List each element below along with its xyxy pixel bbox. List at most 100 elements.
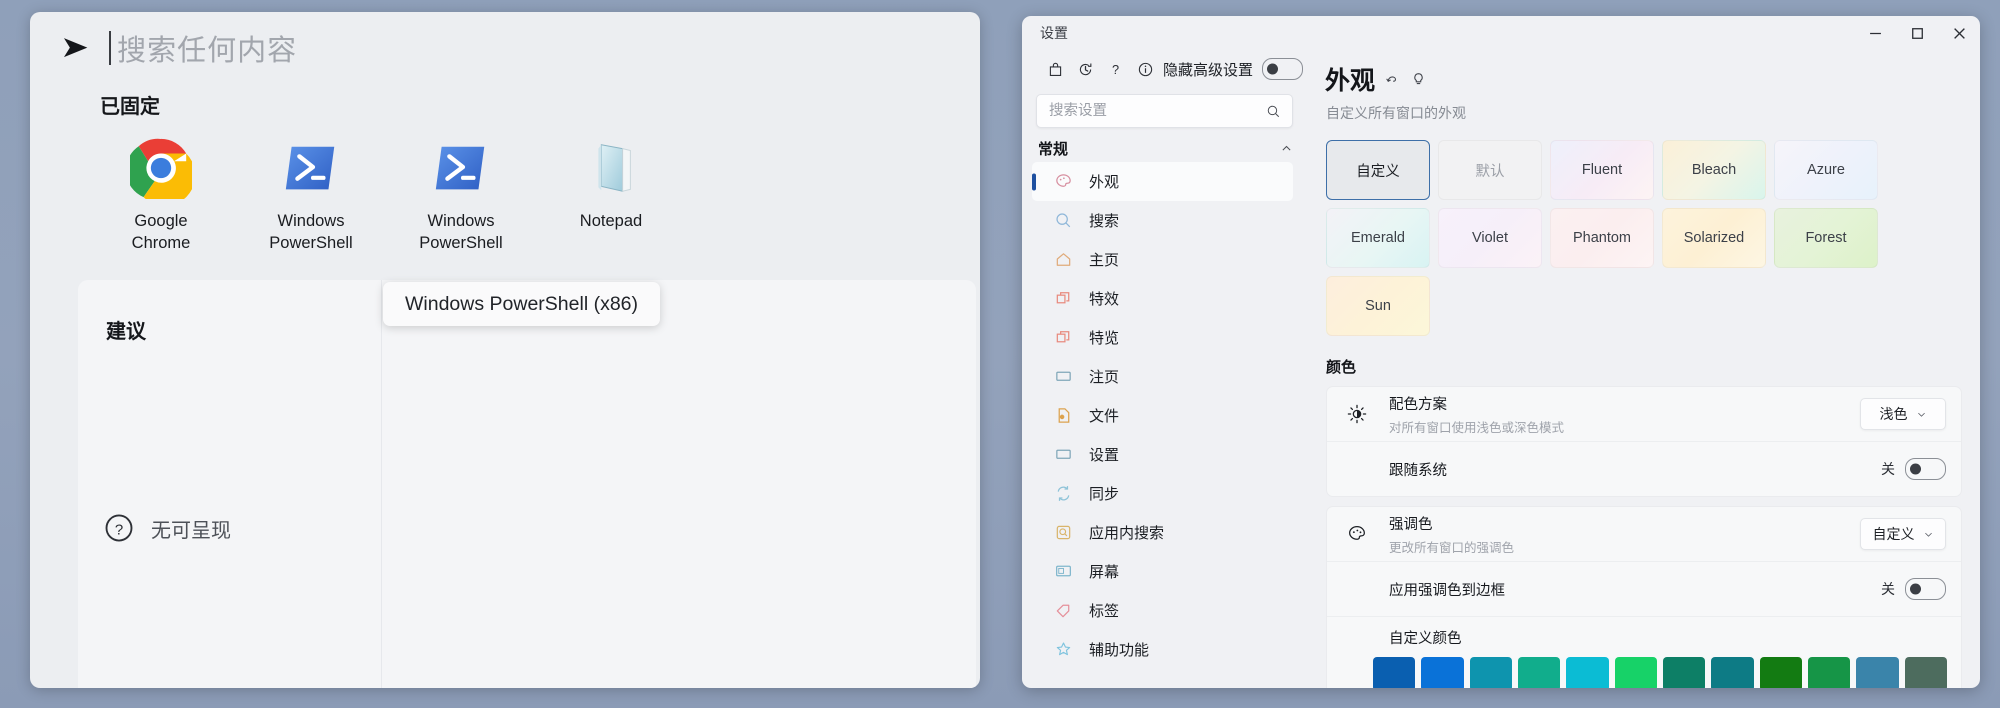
- sidebar-item-appearance[interactable]: 外观: [1032, 162, 1293, 201]
- sidebar-item-search[interactable]: 搜索: [1032, 201, 1293, 240]
- sidebar-item-label: 同步: [1089, 483, 1119, 504]
- search-input-placeholder[interactable]: 搜索任何内容: [117, 27, 297, 69]
- screen-icon: [1048, 560, 1078, 584]
- pinned-app-windows-powershell[interactable]: Windows PowerShell: [236, 137, 386, 255]
- color-swatch[interactable]: [1760, 657, 1802, 688]
- theme-label: Emerald: [1351, 230, 1405, 246]
- page-subtitle: 自定义所有窗口的外观: [1326, 103, 1980, 123]
- color-scheme-dropdown[interactable]: 浅色: [1860, 398, 1946, 430]
- color-swatch[interactable]: [1566, 657, 1608, 688]
- color-swatch[interactable]: [1856, 657, 1898, 688]
- color-scheme-text: 配色方案 对所有窗口使用浅色或深色模式: [1389, 393, 1860, 436]
- accent-border-row[interactable]: 应用强调色到边框 关: [1327, 561, 1961, 616]
- theme-label: Sun: [1365, 298, 1391, 314]
- start-menu-search-row[interactable]: ➤ 搜索任何内容: [30, 12, 980, 84]
- theme-card-phantom[interactable]: Phantom: [1550, 208, 1654, 268]
- settings-search-input[interactable]: [1037, 102, 1266, 120]
- question-circle-icon: ?: [104, 513, 134, 543]
- minimize-button[interactable]: [1854, 16, 1896, 50]
- info-circle-icon[interactable]: [1130, 55, 1160, 83]
- theme-card-default[interactable]: 默认: [1438, 140, 1542, 200]
- theme-card-emerald[interactable]: Emerald: [1326, 208, 1430, 268]
- color-swatch[interactable]: [1421, 657, 1463, 688]
- window-titlebar[interactable]: 设置: [1022, 16, 1980, 50]
- pinned-app-windows-powershell-x86[interactable]: Windows PowerShell: [386, 137, 536, 255]
- theme-card-azure[interactable]: Azure: [1774, 140, 1878, 200]
- color-swatch[interactable]: [1663, 657, 1705, 688]
- sidebar-item-effects[interactable]: 特效: [1032, 279, 1293, 318]
- powershell-icon: [280, 137, 342, 199]
- home-icon: [1048, 248, 1078, 272]
- suggestions-label: 建议: [106, 315, 146, 344]
- undo-icon[interactable]: [1384, 71, 1401, 88]
- follow-system-toggle[interactable]: [1905, 458, 1946, 480]
- advanced-settings-toggle[interactable]: [1262, 58, 1303, 80]
- sidebar-item-label: 辅助功能: [1089, 639, 1149, 660]
- refresh-clock-icon[interactable]: [1070, 55, 1100, 83]
- sidebar-item-accessibility[interactable]: 辅助功能: [1032, 630, 1293, 669]
- sidebar-item-label: 标签: [1089, 600, 1119, 621]
- color-scheme-value: 浅色: [1880, 404, 1908, 424]
- sidebar-item-settings[interactable]: 设置: [1032, 435, 1293, 474]
- text-caret: [109, 31, 111, 65]
- theme-card-violet[interactable]: Violet: [1438, 208, 1542, 268]
- theme-card-fluent[interactable]: Fluent: [1550, 140, 1654, 200]
- bag-icon[interactable]: [1040, 55, 1070, 83]
- pinned-app-google-chrome[interactable]: Google Chrome: [86, 137, 236, 255]
- sidebar-item-screen[interactable]: 屏幕: [1032, 552, 1293, 591]
- sidebar-item-in-app-search[interactable]: 应用内搜索: [1032, 513, 1293, 552]
- settings-window: 设置: [1022, 16, 1980, 688]
- maximize-button[interactable]: [1896, 16, 1938, 50]
- sidebar-item-tags[interactable]: 标签: [1032, 591, 1293, 630]
- theme-label: Forest: [1805, 230, 1846, 246]
- question-mark-icon[interactable]: ?: [1100, 55, 1130, 83]
- sidebar-item-files[interactable]: 文件: [1032, 396, 1293, 435]
- accent-color-dropdown[interactable]: 自定义: [1860, 518, 1946, 550]
- theme-card-solarized[interactable]: Solarized: [1662, 208, 1766, 268]
- close-icon: [1953, 27, 1966, 40]
- color-swatch[interactable]: [1808, 657, 1850, 688]
- sidebar-item-home[interactable]: 主页: [1032, 240, 1293, 279]
- sidebar-item-sync[interactable]: 同步: [1032, 474, 1293, 513]
- pinned-app-notepad[interactable]: Notepad: [536, 137, 686, 255]
- color-swatch[interactable]: [1711, 657, 1753, 688]
- color-swatch[interactable]: [1518, 657, 1560, 688]
- accent-color-row[interactable]: 强调色 更改所有窗口的强调色 自定义: [1327, 507, 1961, 561]
- start-menu-panel: ➤ 搜索任何内容 已固定 Google Chrome: [30, 12, 980, 688]
- accent-color-title: 强调色: [1389, 513, 1860, 534]
- sidebar-group-header[interactable]: 常规: [1038, 136, 1293, 160]
- pinned-app-label: Windows PowerShell: [269, 211, 352, 255]
- color-swatch[interactable]: [1373, 657, 1415, 688]
- sidebar-item-preview[interactable]: 特览: [1032, 318, 1293, 357]
- accent-color-text: 强调色 更改所有窗口的强调色: [1389, 513, 1860, 556]
- custom-color-title: 自定义颜色: [1389, 627, 1462, 648]
- follow-system-state: 关: [1881, 459, 1895, 479]
- theme-card-bleach[interactable]: Bleach: [1662, 140, 1766, 200]
- theme-label: Phantom: [1573, 230, 1631, 246]
- theme-card-sun[interactable]: Sun: [1326, 276, 1430, 336]
- toggle-knob: [1267, 64, 1278, 75]
- color-swatch[interactable]: [1905, 657, 1947, 688]
- theme-card-forest[interactable]: Forest: [1774, 208, 1878, 268]
- lightbulb-icon[interactable]: [1410, 71, 1427, 88]
- notepad-icon: [580, 137, 642, 199]
- sidebar-item-label: 文件: [1089, 405, 1119, 426]
- theme-card-custom[interactable]: 自定义: [1326, 140, 1430, 200]
- accent-color-subtitle: 更改所有窗口的强调色: [1389, 537, 1860, 556]
- accent-border-toggle[interactable]: [1905, 578, 1946, 600]
- color-scheme-group: 配色方案 对所有窗口使用浅色或深色模式 浅色 跟随系统 关: [1326, 386, 1962, 497]
- close-button[interactable]: [1938, 16, 1980, 50]
- theme-grid: 自定义 默认 Fluent Bleach Azure Emerald Viole…: [1326, 140, 1960, 336]
- color-swatch[interactable]: [1470, 657, 1512, 688]
- sidebar-item-label: 特效: [1089, 288, 1119, 309]
- window-title: 设置: [1040, 23, 1068, 43]
- settings-search-box[interactable]: [1036, 94, 1293, 128]
- follow-system-row[interactable]: 跟随系统 关: [1327, 441, 1961, 496]
- brightness-icon: [1341, 403, 1373, 425]
- app-tooltip: Windows PowerShell (x86): [383, 282, 660, 326]
- color-scheme-row[interactable]: 配色方案 对所有窗口使用浅色或深色模式 浅色: [1327, 387, 1961, 441]
- color-swatch[interactable]: [1615, 657, 1657, 688]
- sidebar-item-notes[interactable]: 注页: [1032, 357, 1293, 396]
- chevron-down-icon: [1916, 409, 1927, 420]
- minimize-icon: [1869, 27, 1882, 40]
